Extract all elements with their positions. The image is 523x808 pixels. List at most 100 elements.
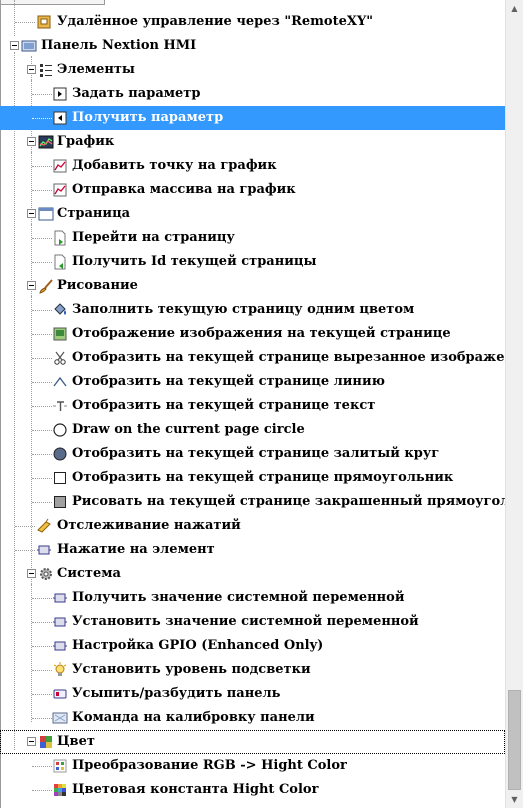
tree-item-label: Настройка GPIO (Enhanced Only) (72, 638, 324, 653)
tree-item-page[interactable]: Страница (0, 202, 505, 226)
tree-item-system[interactable]: Система (0, 562, 505, 586)
scroll-thumb[interactable] (508, 690, 521, 790)
tree-item-gpio[interactable]: Настройка GPIO (Enhanced Only) (0, 634, 505, 658)
scissors-icon (52, 350, 68, 366)
text-icon (52, 398, 68, 414)
tree-item-remotexy[interactable]: Удалённое управление через "RemoteXY" (0, 10, 505, 34)
tree-item-calibrate[interactable]: Команда на калибровку панели (0, 706, 505, 730)
scroll-down-icon[interactable]: ▼ (506, 791, 523, 808)
set-param-icon (52, 86, 68, 102)
tree-item-label: Рисовать на текущей странице закрашенный… (72, 494, 523, 509)
tree-item-get-page-id[interactable]: Получить Id текущей страницы (0, 250, 505, 274)
nextion-panel-icon (21, 38, 37, 54)
get-param-icon (52, 110, 68, 126)
tree-item-add-point[interactable]: Добавить точку на график (0, 154, 505, 178)
tree-item-label: Отобразить на текущей странице линию (72, 374, 385, 389)
filled-circle-icon (52, 446, 68, 462)
tree-item-goto-page[interactable]: Перейти на страницу (0, 226, 505, 250)
tree-item-graph[interactable]: График (0, 130, 505, 154)
tree-item-color[interactable]: Цвет (0, 730, 505, 754)
tree-item-label: Элементы (57, 62, 135, 77)
tree-item-label: Усыпить/разбудить панель (72, 686, 281, 701)
tree-item-set-param[interactable]: Задать параметр (0, 82, 505, 106)
tree-item-circle[interactable]: Draw on the current page circle (0, 418, 505, 442)
tree-item-label: Отображение изображения на текущей стран… (72, 326, 451, 341)
tree-item-label: Панель Nextion HMI (41, 38, 197, 53)
touch-icon (36, 518, 52, 534)
image-icon (52, 326, 68, 342)
tree-item-label: Получить Id текущей страницы (72, 254, 317, 269)
tree-item-drawing[interactable]: Рисование (0, 274, 505, 298)
graph-icon (38, 134, 54, 150)
tree-item-label: Отобразить на текущей странице прямоугол… (72, 470, 454, 485)
tree-item-rect[interactable]: Отобразить на текущей странице прямоугол… (0, 466, 505, 490)
collapse-icon[interactable] (27, 737, 36, 746)
tree-item-label: Рисование (57, 278, 138, 293)
line-icon (52, 374, 68, 390)
top-tab[interactable] (1, 0, 105, 5)
tree-item-send-array[interactable]: Отправка массива на график (0, 178, 505, 202)
tree-item-text[interactable]: Отобразить на текущей странице текст (0, 394, 505, 418)
tree-item-label: Отобразить на текущей странице залитый к… (72, 446, 440, 461)
tree-item-label: Отправка массива на график (72, 182, 296, 197)
tree-item-label: Страница (57, 206, 131, 221)
tree-item-label: Получить параметр (72, 110, 224, 125)
collapse-icon[interactable] (10, 41, 19, 50)
tree-item-label: Нажатие на элемент (57, 542, 215, 557)
lightbulb-icon (52, 662, 68, 678)
sleep-icon (52, 686, 68, 702)
brush-icon (38, 278, 54, 294)
palette-icon (52, 758, 68, 774)
tree-item-show-image[interactable]: Отображение изображения на текущей стран… (0, 322, 505, 346)
tree-item-label: Перейти на страницу (72, 230, 235, 245)
chart-icon (52, 182, 68, 198)
tree-item-filled-rect[interactable]: Рисовать на текущей странице закрашенный… (0, 490, 523, 514)
tree-item-set-sysvar[interactable]: Установить значение системной переменной (0, 610, 505, 634)
tree-item-fill-page[interactable]: Заполнить текущую страницу одним цветом (0, 298, 505, 322)
tree-item-get-sysvar[interactable]: Получить значение системной переменной (0, 586, 505, 610)
gear-icon (38, 566, 54, 582)
tree-item-label: График (57, 134, 115, 149)
tree-item-backlight[interactable]: Установить уровень подсветки (0, 658, 505, 682)
tree-item-nextion[interactable]: Панель Nextion HMI (0, 34, 505, 58)
tree-item-label: Отобразить на текущей странице вырезанно… (72, 350, 523, 365)
tree-item-label: Система (57, 566, 121, 581)
collapse-icon[interactable] (27, 569, 36, 578)
tree-item-crop-image[interactable]: Отобразить на текущей странице вырезанно… (0, 346, 523, 370)
elements-icon (38, 62, 54, 78)
page-id-icon (52, 254, 68, 270)
tree-view: Удалённое управление через "RemoteXY" Па… (0, 10, 523, 802)
collapse-icon[interactable] (27, 65, 36, 74)
collapse-icon[interactable] (27, 137, 36, 146)
variable-icon (52, 590, 68, 606)
color-grid-icon (52, 782, 68, 798)
collapse-icon[interactable] (27, 209, 36, 218)
press-icon (36, 542, 52, 558)
vertical-scrollbar[interactable]: ▲ ▼ (505, 0, 523, 808)
tree-item-press-element[interactable]: Нажатие на элемент (0, 538, 505, 562)
tree-item-line[interactable]: Отобразить на текущей странице линию (0, 370, 505, 394)
tree-item-color-const[interactable]: Цветовая константа Hight Color (0, 778, 505, 802)
remotexy-icon (36, 14, 52, 30)
tree-item-label: Установить уровень подсветки (72, 662, 311, 677)
tree-item-label: Отслеживание нажатий (57, 518, 241, 533)
tree-item-get-param[interactable]: Получить параметр (0, 106, 505, 130)
tree-item-label: Отобразить на текущей странице текст (72, 398, 376, 413)
tree-item-rgb[interactable]: Преобразование RGB -> Hight Color (0, 754, 505, 778)
tree-item-elements[interactable]: Элементы (0, 58, 505, 82)
tree-item-label: Удалённое управление через "RemoteXY" (57, 14, 374, 29)
gpio-icon (52, 638, 68, 654)
tree-item-label: Установить значение системной переменной (72, 614, 419, 629)
tree-item-filled-circle[interactable]: Отобразить на текущей странице залитый к… (0, 442, 505, 466)
tree-item-label: Задать параметр (72, 86, 201, 101)
page-icon (38, 206, 54, 222)
paint-bucket-icon (52, 302, 68, 318)
tree-item-label: Команда на калибровку панели (72, 710, 315, 725)
tree-item-label: Цветовая константа Hight Color (72, 782, 319, 797)
collapse-icon[interactable] (27, 281, 36, 290)
filled-rectangle-icon (52, 494, 68, 510)
tree-item-touch[interactable]: Отслеживание нажатий (0, 514, 505, 538)
tree-item-sleep[interactable]: Усыпить/разбудить панель (0, 682, 505, 706)
tree-item-label: Заполнить текущую страницу одним цветом (72, 302, 415, 317)
scroll-up-icon[interactable]: ▲ (506, 0, 523, 17)
